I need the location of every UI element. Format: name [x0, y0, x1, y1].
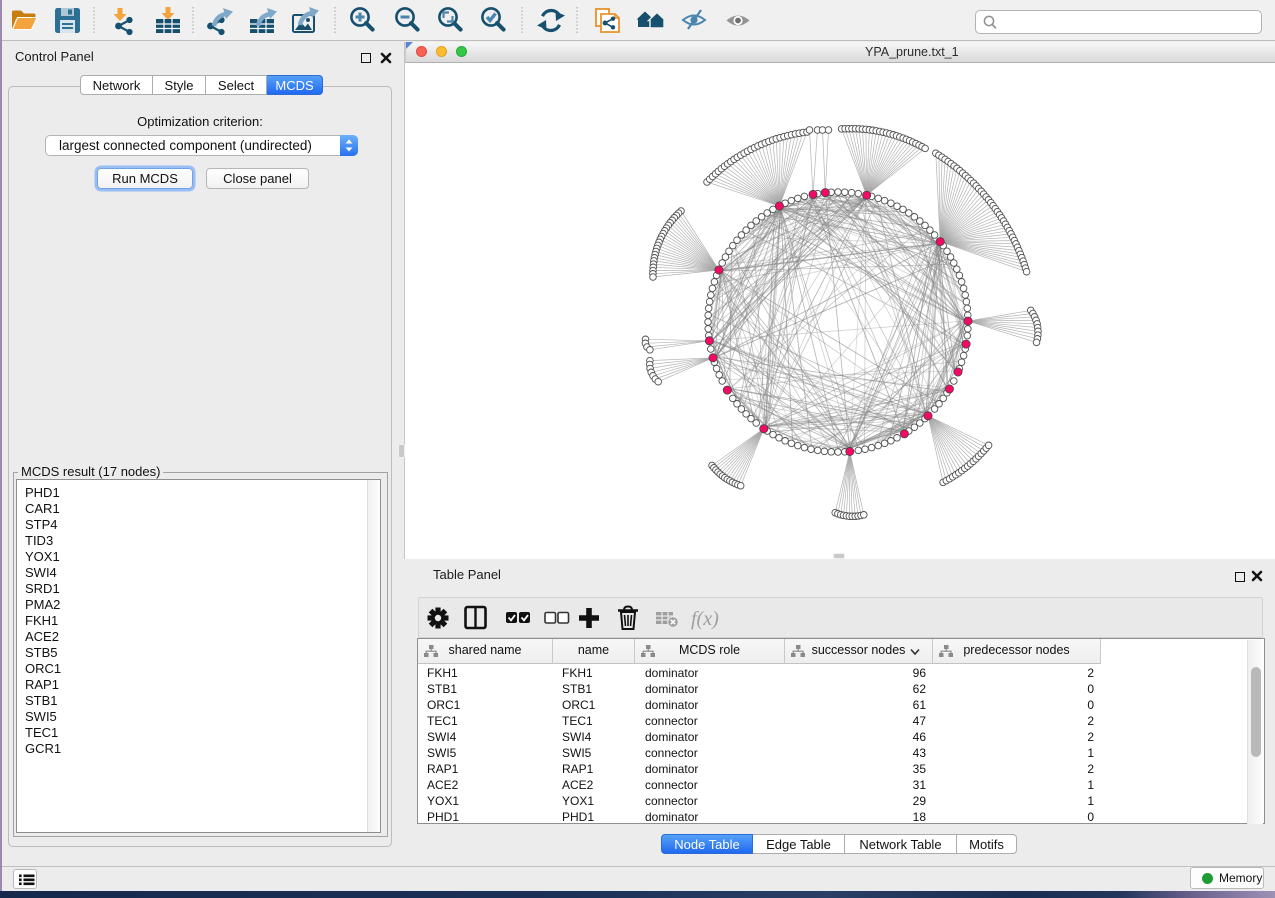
svg-text:f(x): f(x)	[691, 608, 719, 630]
